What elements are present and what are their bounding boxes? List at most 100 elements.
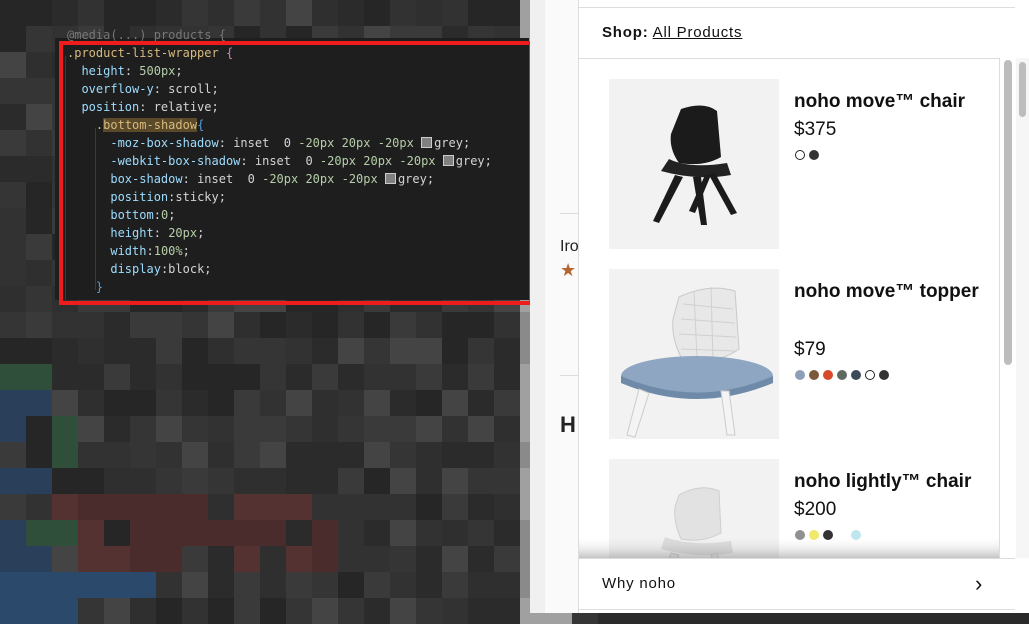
pixel-block: [0, 442, 26, 468]
product-image[interactable]: [609, 269, 779, 439]
product-name[interactable]: noho lightly™ chair: [794, 467, 984, 497]
color-swatch[interactable]: [865, 370, 875, 380]
pixel-block: [416, 520, 442, 546]
pixel-block: [338, 598, 364, 624]
pixel-block: [0, 546, 26, 572]
color-swatch[interactable]: [809, 150, 819, 160]
divider: [560, 213, 580, 214]
chevron-right-icon: ›: [975, 571, 983, 596]
pixel-block: [0, 156, 26, 182]
all-products-link[interactable]: All Products: [653, 24, 743, 41]
pixel-block: [468, 416, 494, 442]
pixel-block: [442, 520, 468, 546]
color-swatch[interactable]: [823, 370, 833, 380]
pixel-block: [260, 364, 286, 390]
page-scrollbar[interactable]: [1016, 58, 1029, 558]
pixel-block: [26, 182, 52, 208]
why-noho-link[interactable]: Why noho ›: [579, 558, 1015, 610]
color-swatch[interactable]: [795, 370, 805, 380]
pixel-block: [286, 546, 312, 572]
pixel-block: [390, 338, 416, 364]
pixel-block: [442, 390, 468, 416]
pixel-block: [182, 572, 208, 598]
pixel-block: [78, 0, 104, 26]
pixel-block: [104, 546, 130, 572]
pixel-block: [0, 364, 26, 390]
pixel-block: [182, 364, 208, 390]
page-scroll-thumb[interactable]: [1019, 62, 1026, 117]
pixel-block: [312, 572, 338, 598]
pixel-block: [52, 494, 78, 520]
pixel-block: [286, 364, 312, 390]
pixel-block: [442, 494, 468, 520]
product-card-move-topper[interactable]: noho move™ topper $79: [609, 269, 989, 439]
pixel-block: [260, 572, 286, 598]
pixel-block: [52, 520, 78, 546]
product-card-move-chair[interactable]: noho move™ chair $375: [609, 79, 989, 249]
product-image[interactable]: [609, 79, 779, 249]
list-scroll-thumb[interactable]: [1004, 60, 1012, 365]
underlying-heading: H: [560, 412, 576, 437]
pixel-block: [260, 520, 286, 546]
product-price: $79: [794, 339, 826, 360]
pixel-block: [0, 26, 26, 52]
pixel-block: [390, 572, 416, 598]
pixel-block: [0, 338, 26, 364]
pixel-block: [208, 572, 234, 598]
bottom-shadow: [579, 539, 999, 559]
pixel-block: [234, 442, 260, 468]
pixel-block: [208, 546, 234, 572]
color-swatch[interactable]: [795, 150, 805, 160]
pixel-block: [0, 104, 26, 130]
pixel-block: [494, 546, 520, 572]
pixel-block: [52, 338, 78, 364]
color-swatch[interactable]: [851, 370, 861, 380]
pixel-block: [416, 494, 442, 520]
pixel-block: [338, 364, 364, 390]
pixel-block: [208, 312, 234, 338]
pixel-block: [26, 364, 52, 390]
pixel-block: [286, 598, 312, 624]
pixel-block: [494, 494, 520, 520]
pixel-block: [364, 468, 390, 494]
color-swatch[interactable]: [879, 370, 889, 380]
list-scrollbar[interactable]: [1002, 58, 1014, 558]
pixel-block: [78, 390, 104, 416]
pixel-block: [156, 546, 182, 572]
product-list-wrapper[interactable]: noho move™ chair $375 noho move™ topper …: [579, 58, 1000, 559]
pixel-block: [130, 442, 156, 468]
pixel-block: [182, 494, 208, 520]
pixel-block: [78, 494, 104, 520]
pixel-block: [0, 52, 26, 78]
pixel-block: [468, 572, 494, 598]
pixel-block: [26, 78, 52, 104]
color-swatch[interactable]: [809, 370, 819, 380]
pixel-block: [338, 0, 364, 26]
pixel-block: [182, 390, 208, 416]
pixel-block: [26, 416, 52, 442]
pixel-block: [26, 312, 52, 338]
pixel-block: [156, 364, 182, 390]
pixel-block: [260, 390, 286, 416]
pixel-block: [208, 520, 234, 546]
pixel-block: [234, 416, 260, 442]
pixel-block: [442, 364, 468, 390]
pixel-block: [26, 104, 52, 130]
pixel-block: [130, 312, 156, 338]
pixel-block: [78, 364, 104, 390]
product-name[interactable]: noho move™ chair: [794, 87, 984, 117]
color-swatch[interactable]: [837, 370, 847, 380]
pixel-block: [234, 364, 260, 390]
pixel-block: [312, 364, 338, 390]
pixel-block: [234, 0, 260, 26]
pixel-block: [26, 52, 52, 78]
pixel-block: [234, 390, 260, 416]
pixel-block: [442, 0, 468, 26]
pixel-block: [494, 442, 520, 468]
pixel-block: [468, 520, 494, 546]
pixel-block: [52, 312, 78, 338]
product-name[interactable]: noho move™ topper: [794, 277, 984, 307]
pixel-block: [0, 130, 26, 156]
pixel-block: [260, 312, 286, 338]
pixel-block: [78, 416, 104, 442]
